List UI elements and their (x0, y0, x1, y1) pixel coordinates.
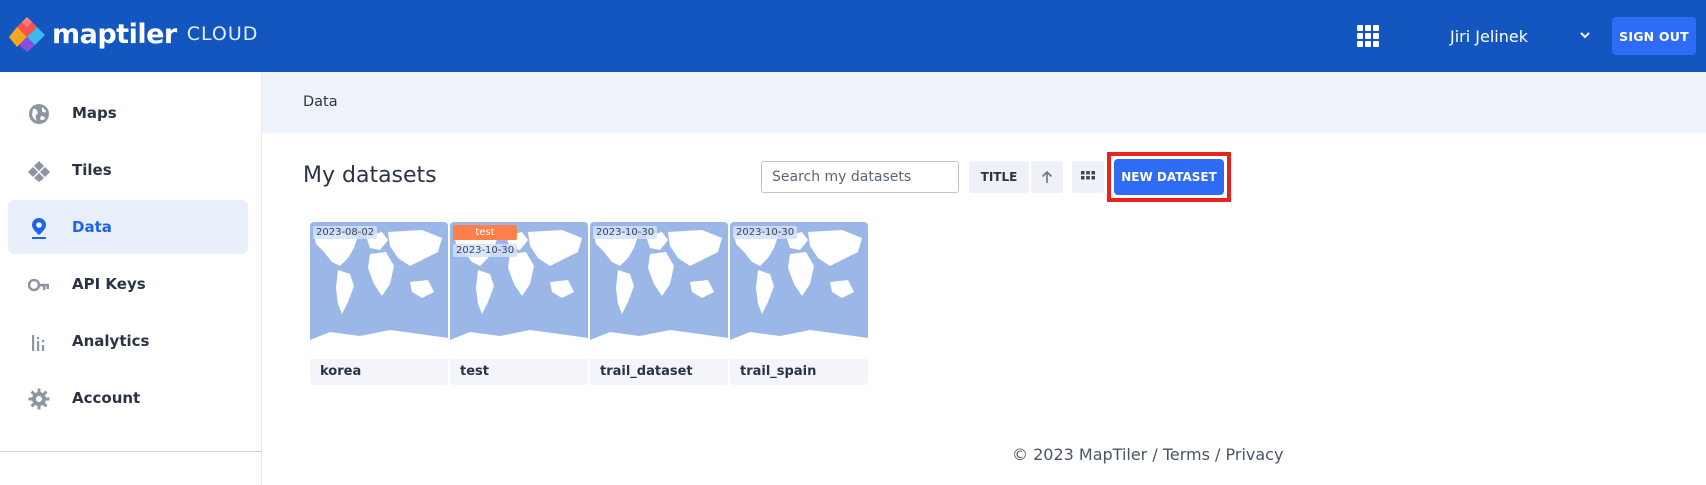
dataset-date: 2023-10-30 (453, 244, 518, 257)
dataset-card[interactable]: 2023-10-30 trail_dataset (590, 222, 728, 385)
sidebar-divider (0, 451, 262, 452)
gear-icon (28, 388, 50, 410)
world-map-icon (590, 230, 728, 359)
map-thumbnail (590, 222, 728, 359)
map-thumbnail (450, 222, 588, 359)
dataset-card[interactable]: 2023-10-30 trail_spain (730, 222, 868, 385)
sidebar-item-label: Tiles (72, 161, 112, 179)
brand-name: maptiler (52, 18, 177, 50)
chevron-down-icon (1580, 32, 1590, 39)
sidebar-item-analytics[interactable]: Analytics (8, 314, 248, 368)
sidebar-item-label: API Keys (72, 275, 146, 293)
sidebar-item-label: Account (72, 389, 141, 407)
sign-out-button[interactable]: SIGN OUT (1612, 17, 1696, 55)
key-icon (28, 278, 49, 292)
dataset-date: 2023-10-30 (593, 226, 658, 239)
page-title: My datasets (303, 163, 437, 188)
sort-field-button[interactable]: TITLE (969, 161, 1029, 193)
copyright-text: © 2023 MapTiler (1012, 445, 1148, 464)
sort-direction-button[interactable] (1031, 161, 1063, 193)
world-map-icon (730, 230, 868, 359)
sidebar-item-maps[interactable]: Maps (8, 86, 248, 140)
world-map-icon (450, 230, 588, 359)
dataset-name: trail_dataset (600, 364, 693, 379)
sidebar-item-label: Maps (72, 104, 117, 122)
breadcrumb: Data (303, 94, 338, 110)
arrow-up-icon (1041, 170, 1053, 183)
maptiler-logo-icon (9, 17, 45, 52)
dataset-date: 2023-08-02 (313, 226, 378, 239)
sidebar-item-label: Analytics (72, 332, 150, 350)
map-thumbnail (310, 222, 448, 359)
footer-separator: / (1147, 445, 1163, 464)
user-menu[interactable]: Jiri Jelinek (1430, 20, 1590, 52)
grid-view-button[interactable] (1072, 161, 1104, 193)
dataset-name: test (460, 364, 489, 379)
top-bar: maptiler CLOUD Jiri Jelinek SIGN OUT (0, 0, 1706, 72)
privacy-link[interactable]: Privacy (1226, 445, 1284, 464)
new-dataset-button[interactable]: NEW DATASET (1114, 159, 1224, 195)
apps-grid-icon[interactable] (1357, 25, 1379, 47)
sidebar-item-label: Data (72, 218, 112, 236)
map-thumbnail (730, 222, 868, 359)
dataset-card[interactable]: test 2023-10-30 test (450, 222, 588, 385)
dataset-card[interactable]: 2023-08-02 korea (310, 222, 448, 385)
main-content: My datasets TITLE NEW DATASET (262, 133, 1706, 485)
sidebar-item-tiles[interactable]: Tiles (8, 143, 248, 197)
sidebar-item-api-keys[interactable]: API Keys (8, 257, 248, 311)
analytics-icon (32, 335, 45, 351)
sidebar: Maps Tiles Data API Keys Analytics Accou… (0, 72, 262, 485)
maptiler-logo[interactable]: maptiler CLOUD (8, 15, 258, 53)
world-map-icon (310, 230, 448, 359)
footer-separator: / (1209, 445, 1226, 464)
terms-link[interactable]: Terms (1163, 445, 1210, 464)
dataset-name: trail_spain (740, 364, 817, 379)
footer: © 2023 MapTiler / Terms / Privacy (1012, 445, 1283, 464)
dataset-name: korea (320, 364, 362, 379)
pin-icon (32, 218, 46, 239)
breadcrumb-bar: Data (262, 72, 1706, 133)
dataset-tag: test (453, 225, 517, 240)
user-name: Jiri Jelinek (1450, 26, 1528, 46)
grid-view-icon (1081, 171, 1095, 180)
tiles-icon (28, 161, 50, 182)
brand-subtitle: CLOUD (186, 23, 259, 45)
sidebar-item-account[interactable]: Account (8, 371, 248, 425)
globe-icon (29, 104, 49, 124)
dataset-date: 2023-10-30 (733, 226, 798, 239)
sidebar-item-data[interactable]: Data (8, 200, 248, 254)
search-input[interactable] (761, 161, 959, 193)
